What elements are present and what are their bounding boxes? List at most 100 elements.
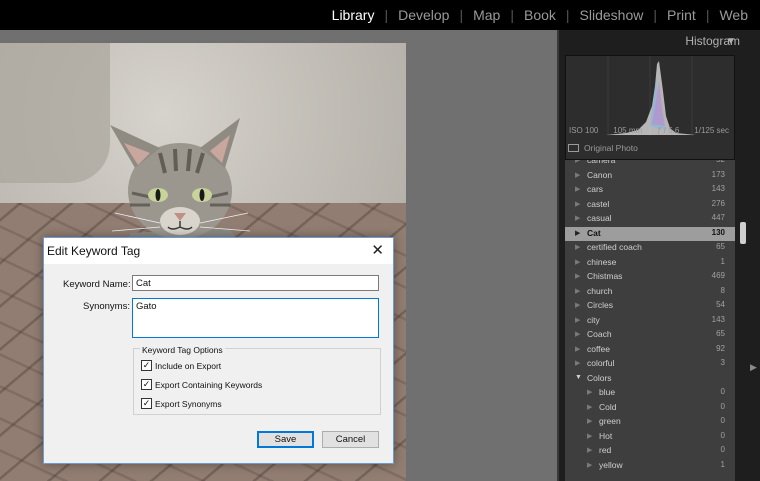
keyword-count: 65 (716, 242, 725, 251)
focal-length-value: 105 mm (613, 126, 643, 135)
save-button[interactable]: Save (257, 431, 314, 448)
keyword-row[interactable]: ▶ Hot 0 (565, 430, 735, 445)
keyword-row[interactable]: ▶ chinese 1 (565, 256, 735, 271)
keyword-count: 143 (711, 314, 725, 324)
keyword-row[interactable]: ▶ castel 276 (565, 198, 735, 213)
module-slideshow[interactable]: Slideshow (580, 7, 644, 23)
disclosure-closed-icon[interactable]: ▶ (575, 200, 580, 208)
disclosure-closed-icon[interactable]: ▶ (575, 258, 580, 266)
cancel-button[interactable]: Cancel (322, 431, 379, 448)
keyword-name: chinese (587, 256, 617, 267)
keyword-row[interactable]: ▶ camera 52 (565, 160, 735, 169)
checkbox-checked-icon[interactable]: ✓ (141, 379, 152, 390)
keyword-name: coffee (587, 343, 611, 354)
keyword-name: certified coach (587, 242, 642, 252)
keyword-row[interactable]: ▶ Circles 54 (565, 299, 735, 314)
keyword-row[interactable]: ▶ Chistmas 469 (565, 270, 735, 285)
disclosure-closed-icon[interactable]: ▶ (575, 171, 580, 179)
export-containing-keywords-label: Export Containing Keywords (155, 379, 263, 390)
keyword-row[interactable]: ▶ yellow 1 (565, 459, 735, 474)
disclosure-closed-icon[interactable]: ▶ (587, 461, 592, 469)
disclosure-closed-icon[interactable]: ▶ (575, 214, 580, 222)
keyword-row[interactable]: ▶ Canon 173 (565, 169, 735, 184)
disclosure-closed-icon[interactable]: ▶ (575, 301, 580, 309)
aperture-value: ƒ / 5.6 (657, 126, 680, 135)
disclosure-closed-icon[interactable]: ▶ (587, 446, 592, 454)
disclosure-closed-icon[interactable]: ▶ (575, 272, 580, 280)
disclosure-closed-icon[interactable]: ▶ (587, 432, 592, 440)
disclosure-closed-icon[interactable]: ▶ (587, 403, 592, 411)
keyword-count: 0 (720, 430, 725, 440)
module-separator: | (510, 7, 514, 23)
module-map[interactable]: Map (473, 7, 500, 23)
keyword-count: 54 (716, 300, 725, 309)
keyword-row[interactable]: ▶ church 8 (565, 285, 735, 300)
keyword-count: 92 (716, 343, 725, 353)
keyword-name: red (599, 445, 612, 455)
keyword-count: 0 (720, 416, 725, 425)
keyword-count: 1 (720, 256, 725, 266)
module-separator: | (384, 7, 389, 23)
keyword-list: ▶ camera 52 ▶ Canon 173 ▶ cars 143 ▶ castel 276 ▶ cas… (565, 160, 735, 481)
disclosure-closed-icon[interactable]: ▶ (587, 417, 592, 425)
disclosure-closed-icon[interactable]: ▶ (575, 160, 580, 164)
export-synonyms-option[interactable]: ✓ Export Synonyms (141, 398, 222, 409)
module-develop[interactable]: Develop (398, 7, 449, 23)
export-containing-keywords-option[interactable]: ✓ Export Containing Keywords (141, 379, 262, 390)
original-photo-toggle[interactable]: Original Photo (568, 143, 638, 153)
keyword-row[interactable]: ▶ blue 0 (565, 386, 735, 401)
histogram-title[interactable]: Histogram (560, 34, 740, 52)
keyword-row[interactable]: ▶ colorful 3 (565, 357, 735, 372)
keyword-count: 0 (720, 401, 725, 411)
dialog-titlebar: Edit Keyword Tag ✕ (44, 238, 393, 264)
keyword-name: castel (587, 198, 610, 209)
collapse-triangle-icon[interactable]: ▼ (726, 36, 736, 47)
disclosure-closed-icon[interactable]: ▶ (575, 185, 580, 193)
keyword-row[interactable]: ▶ red 0 (565, 444, 735, 459)
keyword-count: 3 (720, 358, 725, 367)
edit-keyword-dialog: Edit Keyword Tag ✕ Keyword Name: Cat Syn… (43, 237, 394, 464)
keyword-name: casual (587, 213, 612, 223)
module-picker: Library | Develop | Map | Book | Slidesh… (332, 0, 748, 30)
disclosure-closed-icon[interactable]: ▶ (575, 287, 580, 295)
keyword-count: 143 (711, 184, 725, 193)
module-print[interactable]: Print (667, 7, 696, 23)
keyword-scrollbar-track[interactable] (738, 160, 746, 481)
keyword-name: Hot (599, 430, 613, 441)
keyword-row[interactable]: ▶ cars 143 (565, 183, 735, 198)
keyword-name-field[interactable]: Cat (132, 275, 379, 291)
disclosure-closed-icon[interactable]: ▶ (575, 316, 580, 324)
original-photo-label: Original Photo (584, 143, 638, 153)
disclosure-closed-icon[interactable]: ▶ (575, 243, 580, 251)
module-separator: | (705, 7, 710, 23)
exif-info: ISO 100 105 mm ƒ / 5.6 1/125 sec (569, 126, 729, 135)
module-book[interactable]: Book (524, 7, 556, 23)
module-library[interactable]: Library (332, 7, 375, 23)
keyword-count: 276 (711, 198, 725, 208)
keyword-row[interactable]: ▶ Cold 0 (565, 401, 735, 416)
checkbox-checked-icon[interactable]: ✓ (141, 360, 152, 371)
disclosure-open-icon[interactable]: ▼ (575, 374, 582, 381)
keyword-row[interactable]: ▶ casual 447 (565, 212, 735, 227)
keyword-row[interactable]: ▶ Cat 130 (565, 226, 735, 241)
keyword-name: blue (599, 387, 616, 397)
keyword-row[interactable]: ▶ coffee 92 (565, 343, 735, 358)
keyword-row[interactable]: ▶ green 0 (565, 415, 735, 430)
keyword-row[interactable]: ▶ certified coach 65 (565, 241, 735, 256)
synonyms-field[interactable]: Gato (132, 298, 379, 338)
disclosure-closed-icon[interactable]: ▶ (575, 229, 580, 237)
disclosure-closed-icon[interactable]: ▶ (575, 345, 580, 353)
include-on-export-option[interactable]: ✓ Include on Export (141, 360, 221, 371)
keyword-row[interactable]: ▶ Coach 65 (565, 328, 735, 343)
checkbox-checked-icon[interactable]: ✓ (141, 398, 152, 409)
disclosure-closed-icon[interactable]: ▶ (575, 330, 580, 338)
close-icon[interactable]: ✕ (371, 241, 384, 259)
keyword-scrollbar-thumb[interactable] (740, 222, 746, 244)
disclosure-closed-icon[interactable]: ▶ (575, 359, 580, 367)
keyword-row[interactable]: ▼ Colors (565, 372, 735, 387)
panel-divider (557, 30, 559, 481)
keyword-row[interactable]: ▶ city 143 (565, 314, 735, 329)
disclosure-closed-icon[interactable]: ▶ (587, 388, 592, 396)
module-web[interactable]: Web (719, 7, 748, 23)
panel-expand-arrow-icon[interactable]: ▶ (750, 362, 757, 373)
